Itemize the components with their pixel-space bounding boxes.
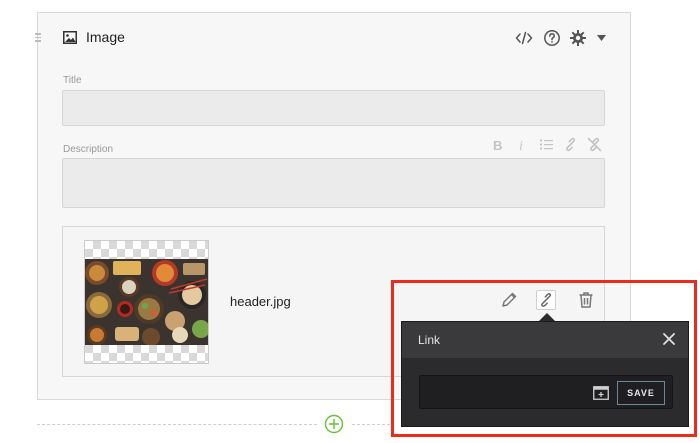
- highlight-box: [391, 280, 697, 437]
- code-icon[interactable]: [515, 29, 533, 47]
- image-icon: [63, 31, 77, 44]
- svg-text:B: B: [493, 138, 502, 152]
- block-title: Image: [86, 29, 125, 45]
- divider-line: [352, 424, 390, 425]
- description-input[interactable]: [62, 158, 605, 208]
- link-icon[interactable]: [563, 137, 578, 152]
- description-label: Description: [63, 144, 114, 155]
- help-icon[interactable]: [543, 29, 561, 47]
- unlink-icon[interactable]: [587, 137, 602, 152]
- title-input[interactable]: [62, 90, 605, 126]
- bold-icon[interactable]: B: [491, 137, 506, 152]
- caret-down-icon[interactable]: [594, 29, 612, 47]
- add-block-icon[interactable]: [324, 414, 344, 434]
- title-label: Title: [63, 75, 82, 86]
- list-icon[interactable]: [539, 137, 554, 152]
- svg-text:i: i: [519, 139, 523, 152]
- divider-line: [37, 424, 317, 425]
- image-filename: header.jpg: [230, 294, 291, 309]
- image-thumbnail: [84, 240, 209, 364]
- italic-icon[interactable]: i: [515, 137, 530, 152]
- drag-handle-icon[interactable]: [35, 33, 45, 43]
- food-photo: [85, 259, 208, 345]
- gear-icon[interactable]: [569, 29, 587, 47]
